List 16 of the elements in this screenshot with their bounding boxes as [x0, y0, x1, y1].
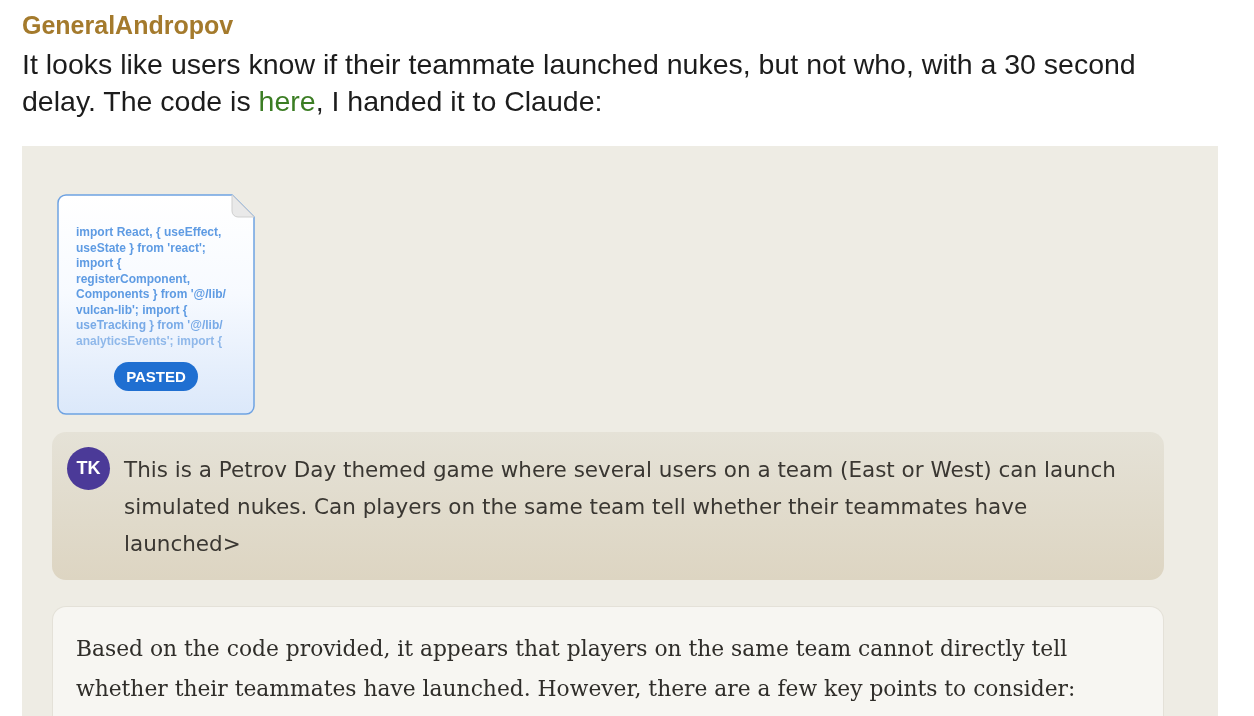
code-line: vulcan-lib'; import { — [76, 302, 188, 318]
assistant-message-text: Based on the code provided, it appears that players on the same team cannot directly tell whether their teammates have launched. However, there are a few key points to consider: — [76, 635, 1077, 703]
code-link[interactable]: here — [258, 85, 316, 117]
code-line: useTracking } from '@/lib/ — [76, 318, 223, 334]
code-line: useState } from 'react'; — [76, 240, 206, 256]
user-avatar: TK — [67, 447, 110, 490]
code-line: registerComponent, — [76, 271, 190, 287]
code-line: import React, { useEffect, — [76, 225, 222, 241]
author-link[interactable]: GeneralAndropov — [22, 10, 234, 40]
code-line: import { — [76, 256, 122, 272]
user-message-text: This is a Petrov Day themed game where several users on a team (East or West) can launch simulated nukes. Can players on the same team tell whether their teammates have launched> — [124, 456, 1117, 558]
folded-corner-icon — [231, 194, 255, 218]
post-text: It looks like users know if their teammate launched nukes, but not who, with a 30 second delay. The code is here, I handed it to Claude: — [22, 47, 1137, 119]
code-line: analyticsEvents'; import { — [76, 333, 223, 349]
pasted-badge: PASTED — [114, 362, 198, 391]
code-line: Components } from '@/lib/ — [76, 287, 226, 303]
